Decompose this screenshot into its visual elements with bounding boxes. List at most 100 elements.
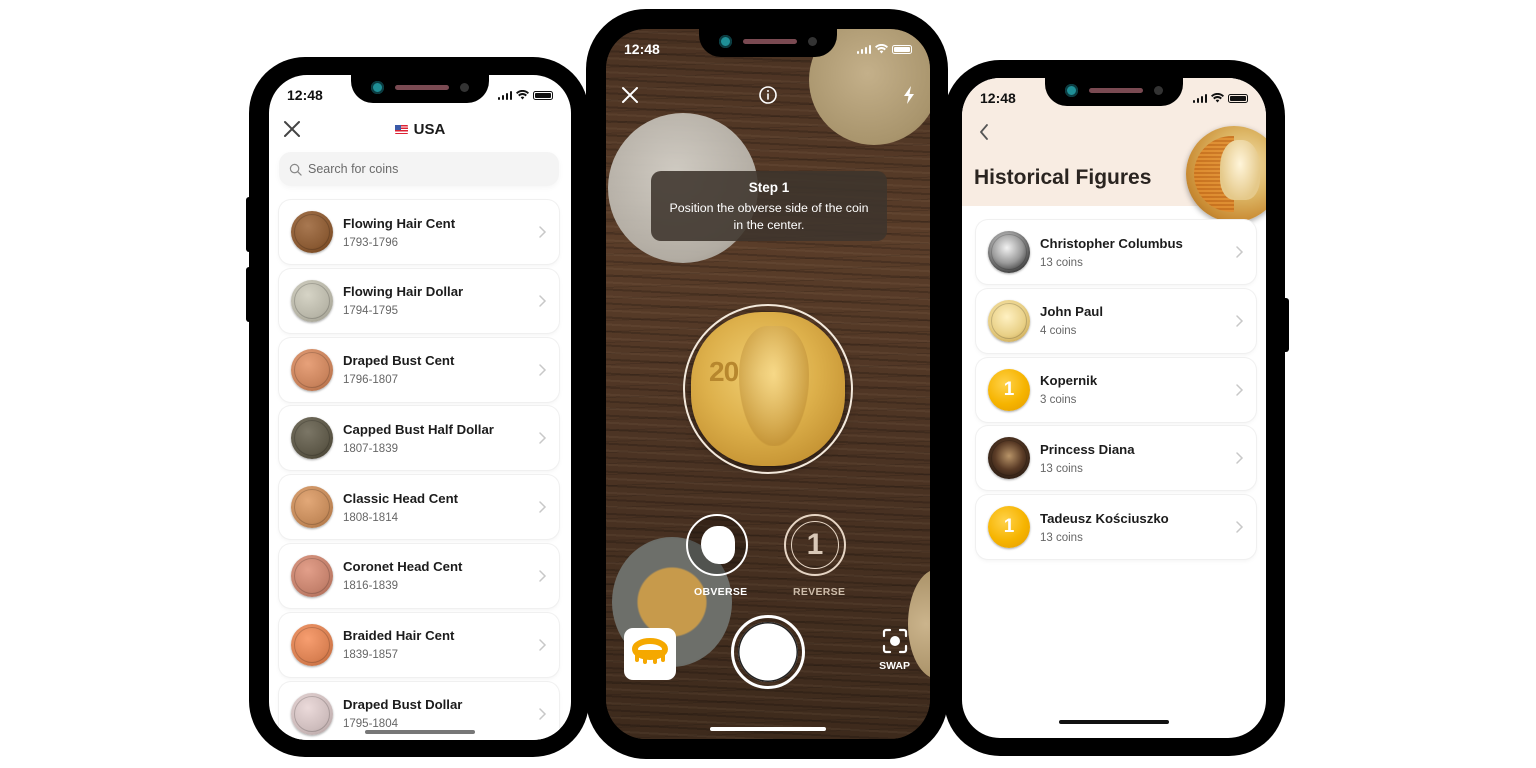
step-instruction: Position the obverse side of the coin in… [669, 201, 869, 232]
coin-thumbnail [988, 299, 1030, 342]
obverse-button[interactable] [686, 514, 748, 576]
figure-list-item[interactable]: Princess Diana 13 coins [976, 426, 1256, 491]
reverse-button[interactable]: 1 [784, 514, 846, 576]
step-title: Step 1 [748, 180, 790, 195]
shutter-button[interactable] [731, 615, 805, 689]
swap-camera-button[interactable]: SWAP [879, 628, 910, 672]
coin-years: 1795-1804 [343, 718, 398, 731]
swap-focus-icon [882, 628, 907, 654]
swap-label: SWAP [879, 660, 910, 672]
figure-name: Tadeusz Kościuszko [1040, 510, 1169, 526]
coin-years: 1816-1839 [343, 580, 398, 593]
chevron-right-icon [539, 570, 547, 582]
coin-list-item[interactable]: Draped Bust Cent 1796-1807 [279, 337, 559, 402]
crown-coin-logo-icon [632, 638, 668, 664]
coin-name: Braided Hair Cent [343, 628, 455, 644]
figure-name: John Paul [1040, 304, 1104, 320]
home-indicator [365, 730, 475, 734]
coin-years: 1808-1814 [343, 511, 398, 524]
signal-icon [497, 90, 512, 100]
coin-years: 1793-1796 [343, 236, 398, 249]
coin-count: 4 coins [1040, 325, 1077, 338]
figure-list-item[interactable]: 1 Kopernik 3 coins [976, 357, 1256, 422]
page-title: USA [394, 121, 445, 138]
status-time: 12:48 [624, 41, 660, 57]
signal-icon [1192, 93, 1207, 103]
coin-name: Coronet Head Cent [343, 559, 463, 575]
coin-list-item[interactable]: Flowing Hair Cent 1793-1796 [279, 200, 559, 264]
wifi-icon [875, 44, 888, 54]
coin-thumbnail [291, 348, 333, 391]
battery-icon [533, 90, 553, 100]
scan-target-ring [683, 304, 853, 474]
figure-list-item[interactable]: John Paul 4 coins [976, 288, 1256, 353]
close-icon[interactable] [620, 85, 640, 105]
coin-thumbnail [291, 417, 333, 460]
coin-years: 1807-1839 [343, 442, 398, 455]
coin-count: 13 coins [1040, 531, 1083, 544]
coin-list-item[interactable]: Capped Bust Half Dollar 1807-1839 [279, 406, 559, 471]
battery-icon [1228, 93, 1248, 103]
camera-screen: 12:48 Step 1 Position the obverse side o… [606, 29, 930, 739]
coin-name: Flowing Hair Dollar [343, 284, 464, 300]
battery-icon [892, 44, 912, 54]
nav-header: USA [269, 115, 571, 143]
coin-list-item[interactable]: Flowing Hair Dollar 1794-1795 [279, 268, 559, 333]
coin-years: 1796-1807 [343, 374, 398, 387]
header-coin-image [1186, 126, 1266, 222]
wifi-icon [516, 90, 529, 100]
chevron-right-icon [539, 226, 547, 238]
figure-name: Kopernik [1040, 373, 1098, 389]
reverse-coin-icon: 1 [806, 528, 824, 561]
app-showcase: 12:48 USA Flowing Hair Cent1793-1796Flow… [0, 0, 1536, 768]
chevron-right-icon [539, 295, 547, 307]
home-indicator [710, 727, 826, 731]
coin-name: Flowing Hair Cent [343, 215, 456, 231]
info-icon[interactable] [758, 85, 778, 105]
coin-list-screen: 12:48 USA Flowing Hair Cent1793-1796Flow… [269, 75, 571, 740]
coin-years: 1794-1795 [343, 305, 398, 318]
coin-thumbnail [291, 623, 333, 666]
phone-volume-button [246, 267, 252, 322]
figure-list: Christopher Columbus 13 coins John Paul 4 c… [976, 220, 1256, 564]
notch [351, 75, 489, 103]
coin-name: Classic Head Cent [343, 490, 459, 506]
coin-thumbnail [291, 554, 333, 597]
coin-list-item[interactable]: Coronet Head Cent 1816-1839 [279, 543, 559, 608]
coin-thumbnail [291, 692, 333, 735]
figure-list-item[interactable]: 1 Tadeusz Kościuszko 13 coins [976, 495, 1256, 560]
status-time: 12:48 [287, 87, 323, 103]
flash-icon[interactable] [902, 85, 916, 105]
phone-camera-scan: 12:48 Step 1 Position the obverse side o… [586, 9, 948, 759]
coin-name: Draped Bust Dollar [343, 697, 463, 713]
wifi-icon [1211, 93, 1224, 103]
back-chevron-icon[interactable] [978, 123, 990, 141]
chevron-right-icon [1236, 315, 1244, 327]
status-time: 12:48 [980, 90, 1016, 106]
chevron-right-icon [539, 363, 547, 376]
close-icon[interactable] [281, 118, 303, 140]
phone-volume-button [246, 197, 252, 252]
phone-power-button [1282, 298, 1289, 352]
search-input[interactable] [308, 162, 508, 176]
figure-name: Princess Diana [1040, 441, 1135, 457]
coin-thumbnail [988, 231, 1030, 273]
us-flag-icon [394, 124, 408, 134]
coin-thumbnail [988, 437, 1030, 480]
search-field[interactable] [279, 152, 559, 186]
coin-list-item[interactable]: Classic Head Cent 1808-1814 [279, 475, 559, 540]
gallery-button[interactable] [624, 628, 676, 680]
figure-list-item[interactable]: Christopher Columbus 13 coins [976, 220, 1256, 284]
chevron-right-icon [1236, 246, 1244, 258]
coin-thumbnail [291, 486, 333, 529]
coin-thumbnail [291, 211, 333, 253]
chevron-right-icon [1236, 383, 1244, 396]
chevron-right-icon [1236, 452, 1244, 465]
chevron-right-icon [539, 432, 547, 445]
notch [699, 29, 837, 57]
coin-list-item[interactable]: Braided Hair Cent 1839-1857 [279, 612, 559, 677]
page-title: Historical Figures [974, 166, 1152, 189]
camera-toolbar [606, 85, 930, 111]
phone-historical-figures: Historical Figures 12:48 Christopher Col… [944, 60, 1289, 756]
coin-list: Flowing Hair Cent 1793-1796 Flowing Hair D… [279, 200, 559, 740]
